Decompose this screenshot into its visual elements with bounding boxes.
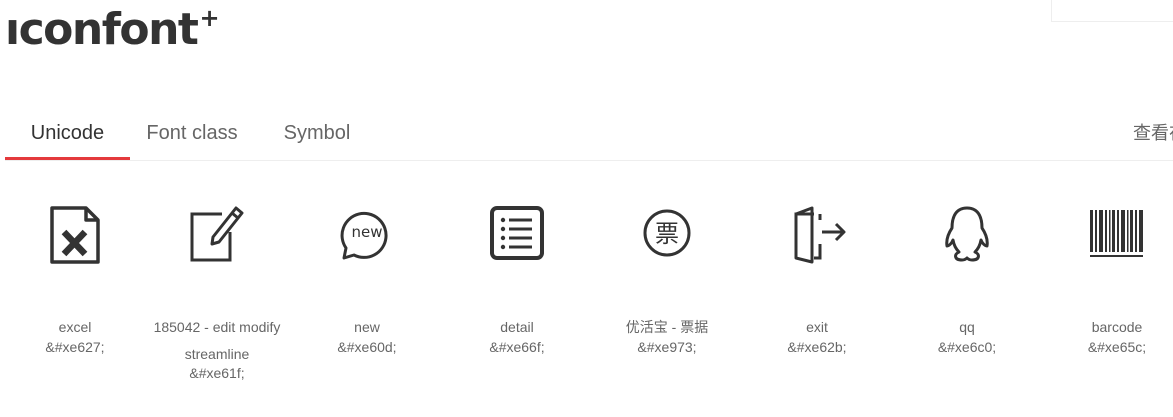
barcode-icon (1082, 200, 1152, 270)
iconfont-demo-page: ıconfont+ Unicode Font class Symbol 查看在线… (0, 0, 1173, 417)
excel-icon (40, 200, 110, 270)
icon-item-ticket[interactable]: 票 优活宝 - 票据 &#xe973; (592, 190, 742, 417)
icon-item-new[interactable]: new new &#xe60d; (292, 190, 442, 417)
svg-text:new: new (351, 223, 382, 241)
tab-font-class[interactable]: Font class (130, 106, 254, 158)
svg-text:票: 票 (655, 220, 679, 248)
view-online-link[interactable]: 查看在线链接 (1133, 106, 1173, 158)
exit-icon (782, 200, 852, 270)
icon-item-barcode[interactable]: barcode &#xe65c; (1042, 190, 1173, 417)
edit-icon (182, 200, 252, 270)
icon-name: 185042 - edit modify streamline (153, 319, 281, 362)
logo-text: ıconfont (5, 4, 199, 55)
icon-code: &#xe60d; (337, 339, 397, 355)
tab-symbol[interactable]: Symbol (255, 106, 379, 158)
new-bubble-icon: new (332, 200, 402, 270)
icon-code: &#xe61f; (189, 365, 245, 381)
icon-list: excel &#xe627; 185042 - edit modify stre… (0, 190, 1173, 417)
ticket-icon: 票 (632, 200, 702, 270)
icon-item-exit[interactable]: exit &#xe62b; (742, 190, 892, 417)
iconfont-logo[interactable]: ıconfont+ (5, 6, 220, 52)
icon-code: &#xe65c; (1087, 339, 1147, 355)
qq-icon (932, 200, 1002, 270)
tab-unicode[interactable]: Unicode (5, 106, 130, 160)
icon-code: &#xe66f; (489, 339, 545, 355)
icon-code: &#xe973; (637, 339, 697, 355)
icon-item-detail[interactable]: detail &#xe66f; (442, 190, 592, 417)
top-right-search-box[interactable] (1051, 0, 1173, 22)
icon-code: &#xe627; (45, 339, 105, 355)
icon-code: &#xe62b; (787, 339, 847, 355)
logo-plus: + (199, 4, 220, 33)
icon-item-qq[interactable]: qq &#xe6c0; (892, 190, 1042, 417)
detail-list-icon (482, 200, 552, 270)
tab-bar: Unicode Font class Symbol 查看在线链接 (5, 106, 1173, 161)
icon-item-excel[interactable]: excel &#xe627; (0, 190, 150, 417)
icon-code: &#xe6c0; (937, 339, 997, 355)
icon-item-edit[interactable]: 185042 - edit modify streamline &#xe61f; (142, 190, 292, 417)
